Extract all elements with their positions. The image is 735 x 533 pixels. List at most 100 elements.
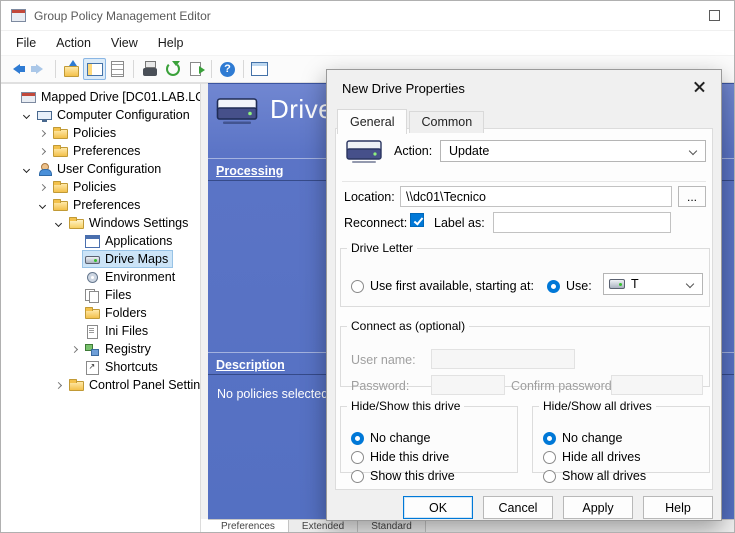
drive-icon (346, 138, 382, 164)
tree-item-label: Mapped Drive [DC01.LAB.LOCA (41, 90, 201, 104)
show-console-tree-icon[interactable] (83, 58, 106, 80)
collapse-icon[interactable] (19, 167, 34, 172)
hide-all-options: No change Hide all drives Show all drives (543, 431, 703, 483)
tree-item-shortcuts[interactable]: Shortcuts (1, 358, 200, 376)
tree-item-user-configuration[interactable]: User Configuration (1, 160, 200, 178)
description-link[interactable]: Description (216, 358, 285, 372)
maximize-button[interactable] (709, 10, 720, 21)
radio-label: Use first available, starting at: (370, 279, 534, 293)
menu-help[interactable]: Help (148, 33, 194, 53)
hide-all-no-change-radio[interactable]: No change (543, 431, 703, 445)
tree-item-preferences[interactable]: Preferences (1, 142, 200, 160)
tree-item-policies[interactable]: Policies (1, 124, 200, 142)
radio-icon (543, 470, 556, 483)
action-select[interactable]: Update (440, 140, 706, 162)
drive-icon (609, 279, 625, 289)
menu-file[interactable]: File (6, 33, 46, 53)
display-options-icon[interactable] (248, 58, 271, 80)
radio-icon (351, 470, 364, 483)
help-button[interactable]: Help (643, 496, 713, 519)
label-as-input[interactable] (493, 212, 671, 233)
console-icon (21, 92, 36, 103)
collapse-icon[interactable] (51, 221, 66, 226)
tree-item-ini-files[interactable]: Ini Files (1, 322, 200, 340)
radio-label: Hide all drives (562, 450, 641, 464)
tree-item-folders[interactable]: Folders (1, 304, 200, 322)
password-input (431, 375, 505, 395)
tree-item-label: User Configuration (57, 162, 161, 176)
expand-icon[interactable] (67, 347, 82, 352)
ok-button[interactable]: OK (403, 496, 473, 519)
help-icon[interactable] (216, 58, 239, 80)
tab-preferences[interactable]: Preferences (208, 520, 289, 532)
tab-standard[interactable]: Standard (358, 520, 426, 532)
tree-item-drive-maps[interactable]: Drive Maps (1, 250, 200, 268)
hide-all-show-all-drives-radio[interactable]: Show all drives (543, 469, 703, 483)
tree-item-preferences[interactable]: Preferences (1, 196, 200, 214)
tree-item-applications[interactable]: Applications (1, 232, 200, 250)
refresh-icon[interactable] (161, 58, 184, 80)
hide-show-all-drives-group: Hide/Show all drives No changeHide all d… (532, 399, 710, 473)
drive-letter-group: Drive Letter Use first available, starti… (340, 241, 710, 307)
reconnect-checkbox[interactable] (410, 213, 424, 227)
radio-icon (547, 280, 560, 293)
tree-item-files[interactable]: Files (1, 286, 200, 304)
dialog-tabs: GeneralCommon (337, 109, 486, 133)
gpme-window: Group Policy Management Editor FileActio… (0, 0, 735, 533)
tree-item-label: Computer Configuration (57, 108, 190, 122)
properties-icon[interactable] (106, 58, 129, 80)
confirm-password-input (611, 375, 703, 395)
tree-item-mapped-drive-dc01-lab-loca[interactable]: Mapped Drive [DC01.LAB.LOCA (1, 88, 200, 106)
use-radio[interactable]: Use: (547, 279, 592, 293)
hide-this-options: No change Hide this drive Show this drive (351, 431, 511, 483)
label-as-label: Label as: (434, 216, 485, 230)
browse-button[interactable]: ... (678, 186, 706, 207)
tree-item-body: Applications (82, 232, 177, 250)
tree-item-windows-settings[interactable]: Windows Settings (1, 214, 200, 232)
connect-as-title: Connect as (optional) (347, 319, 469, 333)
menu-view[interactable]: View (101, 33, 148, 53)
close-icon[interactable] (683, 74, 715, 100)
cancel-button[interactable]: Cancel (483, 496, 553, 519)
tree-item-computer-configuration[interactable]: Computer Configuration (1, 106, 200, 124)
hide-this-show-this-drive-radio[interactable]: Show this drive (351, 469, 511, 483)
tree-scrollbar[interactable] (201, 83, 208, 519)
tree-item-label: Preferences (73, 198, 140, 212)
expand-icon[interactable] (51, 383, 66, 388)
expand-icon[interactable] (35, 185, 50, 190)
tree-item-label: Folders (105, 306, 147, 320)
hide-show-this-drive-group: Hide/Show this drive No change Hide this … (340, 399, 518, 473)
collapse-icon[interactable] (19, 113, 34, 118)
use-first-available-radio[interactable]: Use first available, starting at: (351, 279, 534, 293)
tab-extended[interactable]: Extended (289, 520, 358, 532)
expand-icon[interactable] (35, 149, 50, 154)
menu-action[interactable]: Action (46, 33, 101, 53)
print-icon[interactable] (138, 58, 161, 80)
dialog-tab-general[interactable]: General (337, 109, 407, 134)
tree-item-registry[interactable]: Registry (1, 340, 200, 358)
environment-icon (85, 271, 100, 284)
back-icon[interactable] (5, 58, 28, 80)
forward-icon[interactable] (28, 58, 51, 80)
processing-link[interactable]: Processing (216, 164, 283, 178)
hide-show-this-drive-title: Hide/Show this drive (347, 399, 464, 413)
dialog-tab-common[interactable]: Common (409, 111, 484, 133)
collapse-icon[interactable] (35, 203, 50, 208)
tree-item-control-panel-setting[interactable]: Control Panel Setting (1, 376, 200, 394)
radio-label: No change (562, 431, 622, 445)
export-list-icon[interactable] (184, 58, 207, 80)
up-one-level-icon[interactable] (60, 58, 83, 80)
drive-letter-select[interactable]: T (603, 273, 703, 295)
apply-button[interactable]: Apply (563, 496, 633, 519)
hide-this-hide-this-drive-radio[interactable]: Hide this drive (351, 450, 511, 464)
hide-all-hide-all-drives-radio[interactable]: Hide all drives (543, 450, 703, 464)
radio-icon (351, 451, 364, 464)
computer-icon (37, 111, 52, 120)
expand-icon[interactable] (35, 131, 50, 136)
user-icon (37, 163, 52, 176)
tree-item-body: Mapped Drive [DC01.LAB.LOCA (18, 88, 201, 106)
tree-item-policies[interactable]: Policies (1, 178, 200, 196)
location-input[interactable] (400, 186, 672, 207)
tree-item-environment[interactable]: Environment (1, 268, 200, 286)
hide-this-no-change-radio[interactable]: No change (351, 431, 511, 445)
